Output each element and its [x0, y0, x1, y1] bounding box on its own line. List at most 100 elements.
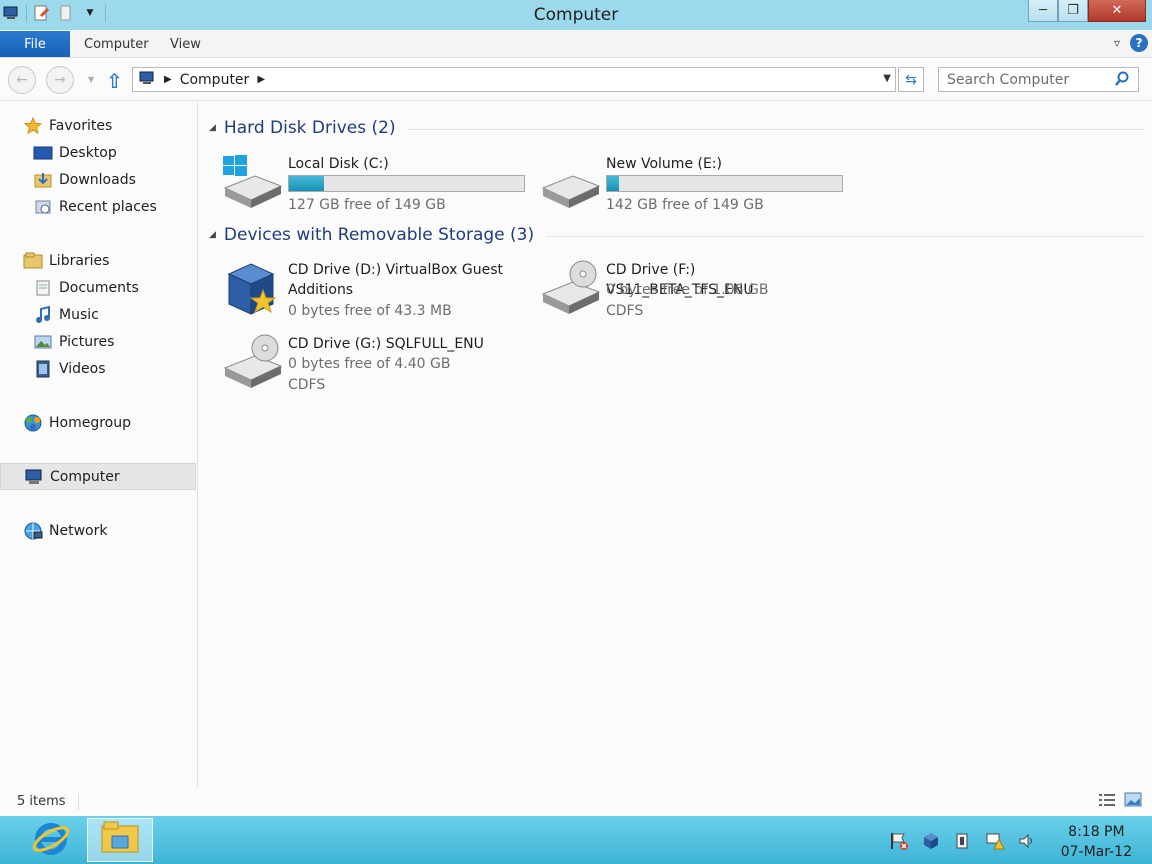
- group-header-removable-storage[interactable]: ◢ Devices with Removable Storage (3): [209, 225, 1144, 245]
- system-tray: [888, 830, 1038, 852]
- drive-file-system: CDFS: [606, 303, 644, 319]
- sidebar-item-videos[interactable]: Videos: [0, 355, 196, 382]
- drive-free-space: 142 GB free of 149 GB: [606, 197, 764, 213]
- sidebar-item-downloads[interactable]: Downloads: [0, 166, 196, 193]
- network-warning-icon[interactable]: [984, 830, 1006, 852]
- group-title: Hard Disk Drives (2): [223, 118, 396, 138]
- clock-date: 07-Mar-12: [1060, 844, 1132, 860]
- action-center-flag-icon[interactable]: [888, 830, 910, 852]
- sidebar-item-favorites[interactable]: Favorites: [0, 112, 196, 139]
- forward-button[interactable]: →: [46, 66, 74, 94]
- breadcrumb-arrow-icon[interactable]: ▶: [164, 74, 172, 85]
- collapse-icon[interactable]: ◢: [209, 123, 216, 133]
- sidebar-item-label: Network: [49, 522, 108, 539]
- sidebar-item-documents[interactable]: Documents: [0, 274, 196, 301]
- status-bar: 5 items: [0, 788, 1152, 816]
- group-divider: [546, 235, 1144, 237]
- search-icon[interactable]: [1114, 71, 1130, 91]
- sidebar-item-homegroup[interactable]: Homegroup: [0, 409, 196, 436]
- back-button[interactable]: ←: [8, 66, 36, 94]
- sidebar-item-desktop[interactable]: Desktop: [0, 139, 196, 166]
- sidebar-item-music[interactable]: Music: [0, 301, 196, 328]
- ribbon-controls: ▿ ?: [1114, 34, 1148, 52]
- drive-d[interactable]: CD Drive (D:) VirtualBox Guest Additions…: [221, 260, 531, 330]
- item-count: 5 items: [17, 794, 66, 809]
- sidebar-item-pictures[interactable]: Pictures: [0, 328, 196, 355]
- view-switcher: [1098, 792, 1142, 812]
- clock[interactable]: 8:18 PM 07-Mar-12: [1061, 822, 1132, 862]
- minimize-button[interactable]: ─: [1028, 0, 1058, 22]
- expand-ribbon-icon[interactable]: ▿: [1114, 36, 1120, 50]
- collapse-icon[interactable]: ◢: [209, 230, 216, 240]
- sidebar-item-network[interactable]: Network: [0, 517, 196, 544]
- group-divider: [407, 128, 1144, 130]
- address-dropdown-icon[interactable]: ▼: [883, 73, 891, 84]
- close-button[interactable]: ✕: [1088, 0, 1146, 22]
- drive-free-space: 0 bytes free of 43.3 MB: [288, 303, 452, 319]
- folder-icon: [100, 820, 140, 860]
- tab-computer[interactable]: Computer: [84, 37, 149, 52]
- drive-file-system: CDFS: [288, 377, 326, 393]
- window-title: Computer: [533, 5, 619, 25]
- breadcrumb-arrow-icon[interactable]: ▶: [257, 74, 265, 85]
- refresh-button[interactable]: ⇆: [898, 67, 924, 92]
- drive-name: Local Disk (C:): [288, 156, 389, 172]
- drive-usage-bar: [606, 175, 843, 192]
- search-input[interactable]: [939, 68, 1109, 91]
- up-button[interactable]: ⇧: [106, 69, 123, 93]
- drive-name: CD Drive (D:) VirtualBox Guest Additions: [288, 262, 503, 298]
- sidebar-item-label: Recent places: [59, 198, 157, 215]
- music-icon: [33, 305, 53, 325]
- drive-usage-bar: [288, 175, 525, 192]
- help-icon[interactable]: ?: [1130, 34, 1148, 52]
- sidebar-item-label: Libraries: [49, 252, 110, 269]
- recent-places-icon: [33, 197, 53, 217]
- sidebar-item-recent-places[interactable]: Recent places: [0, 193, 196, 220]
- sidebar-item-label: Downloads: [59, 171, 136, 188]
- drive-g[interactable]: CD Drive (G:) SQLFULL_ENU 0 bytes free o…: [221, 334, 531, 404]
- homegroup-icon: [23, 413, 43, 433]
- recent-locations-icon[interactable]: ▼: [88, 75, 94, 84]
- search-box[interactable]: [938, 67, 1139, 92]
- drive-c[interactable]: Local Disk (C:) 127 GB free of 149 GB: [221, 154, 531, 224]
- breadcrumb-computer[interactable]: Computer: [180, 72, 250, 88]
- address-bar[interactable]: ▶ Computer ▶ ▼: [132, 67, 896, 92]
- volume-icon[interactable]: [1016, 830, 1038, 852]
- details-view-icon[interactable]: [1098, 792, 1116, 812]
- group-header-hard-disk-drives[interactable]: ◢ Hard Disk Drives (2): [209, 118, 1144, 138]
- restore-button[interactable]: ❐: [1058, 0, 1088, 22]
- sidebar-item-label: Music: [59, 306, 99, 323]
- file-tab[interactable]: File: [0, 31, 70, 57]
- network-icon: [23, 521, 43, 541]
- sidebar-item-label: Videos: [59, 360, 106, 377]
- file-explorer-button[interactable]: [87, 818, 153, 862]
- sidebar-item-libraries[interactable]: Libraries: [0, 247, 196, 274]
- drive-name: New Volume (E:): [606, 156, 722, 172]
- downloads-icon: [33, 170, 53, 190]
- drive-name: CD Drive (G:) SQLFULL_ENU: [288, 336, 484, 352]
- sidebar-item-label: Documents: [59, 279, 139, 296]
- computer-icon: [138, 70, 156, 90]
- pictures-icon: [33, 332, 53, 352]
- navigation-bar: ← → ▼ ⇧ ▶ Computer ▶ ▼ ⇆: [0, 59, 1152, 101]
- title-bar: ▼ Computer ─ ❐ ✕: [0, 0, 1152, 30]
- drive-e[interactable]: New Volume (E:) 142 GB free of 149 GB: [539, 154, 849, 224]
- ribbon: File Computer View ▿ ?: [0, 30, 1152, 58]
- internet-explorer-button[interactable]: [18, 818, 84, 862]
- drive-free-space: 127 GB free of 149 GB: [288, 197, 446, 213]
- remove-hardware-icon[interactable]: [952, 830, 974, 852]
- tab-view[interactable]: View: [170, 37, 201, 52]
- window-controls: ─ ❐ ✕: [1028, 0, 1146, 22]
- navigation-pane: Favorites Desktop Downloads Recent place…: [0, 102, 198, 788]
- virtualbox-tray-icon[interactable]: [920, 830, 942, 852]
- status-separator: [78, 794, 79, 810]
- large-icons-view-icon[interactable]: [1124, 792, 1142, 812]
- sidebar-item-label: Desktop: [59, 144, 117, 161]
- computer-icon: [24, 467, 44, 487]
- desktop-icon: [33, 143, 53, 163]
- sidebar-item-computer[interactable]: Computer: [0, 463, 196, 490]
- drive-f[interactable]: CD Drive (F:) VS11_BETA_TFS_ENU 0 bytes …: [539, 260, 849, 330]
- sidebar-item-label: Pictures: [59, 333, 115, 350]
- cd-drive-icon: [539, 260, 603, 324]
- virtualbox-icon: [221, 260, 285, 324]
